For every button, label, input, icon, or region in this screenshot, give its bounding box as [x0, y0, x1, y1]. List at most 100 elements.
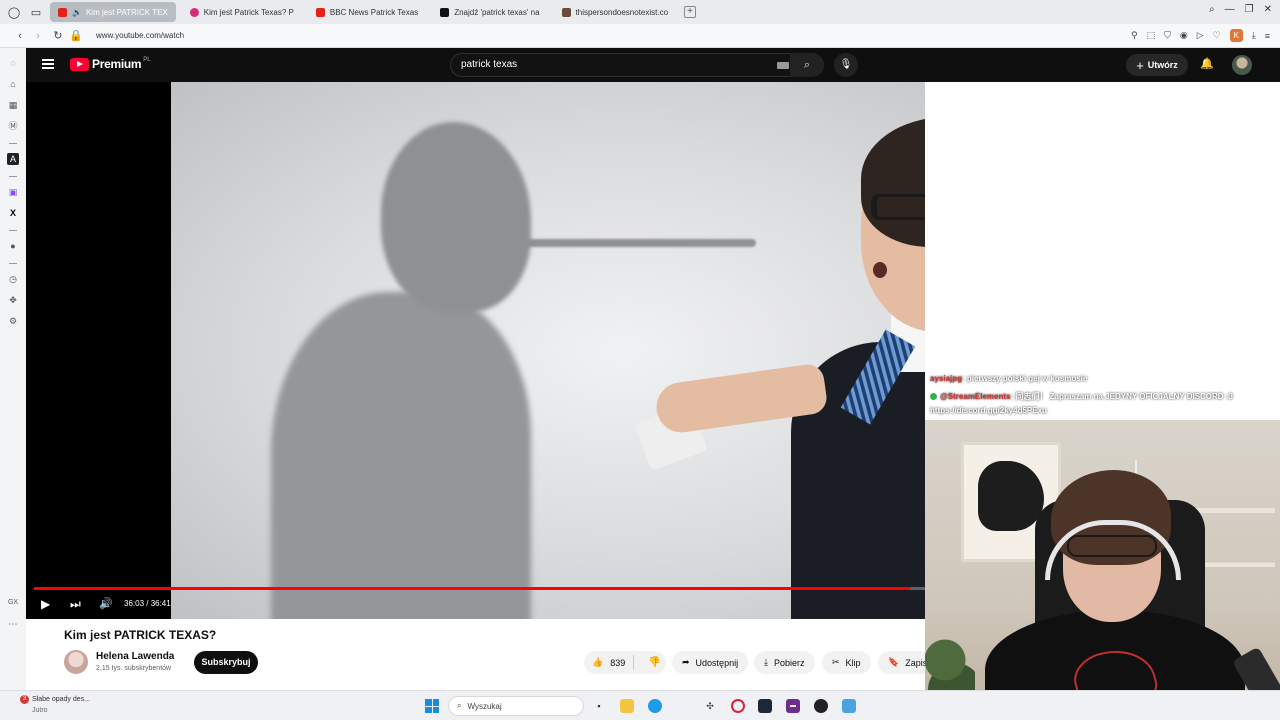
minimize-icon[interactable]: —	[1225, 4, 1235, 15]
like-dislike-group: 👍 839 👎	[584, 651, 666, 674]
chat-nick: aysiajpg	[930, 374, 963, 383]
shadow-long-nose	[516, 239, 756, 247]
video-title: Kim jest PATRICK TEXAS?	[64, 628, 217, 642]
share-button[interactable]: ➦ Udostępnij	[672, 651, 749, 674]
channel-avatar[interactable]	[64, 650, 88, 674]
browser-tab-bar: ◯ ▭ 🔊 Kim jest PATRICK TEX Kim jest Patr…	[0, 0, 1280, 24]
player-icon[interactable]: ▷	[1197, 30, 1204, 41]
notepad-icon[interactable]	[842, 699, 856, 713]
channel-name[interactable]: Helena Lawenda	[96, 651, 174, 662]
snapshot-icon[interactable]: ⬚	[1147, 30, 1156, 41]
sidebar-divider	[9, 143, 17, 144]
search-input[interactable]: patrick texas	[450, 53, 800, 77]
sidebar-divider	[9, 176, 17, 177]
play-icon[interactable]: ▶	[41, 597, 50, 611]
create-button[interactable]: + Utwórz	[1126, 54, 1188, 76]
dislike-button[interactable]: 👎	[640, 657, 660, 668]
back-icon[interactable]: ‹	[12, 30, 28, 42]
subscriber-count: 2,15 tys. subskrybentów	[96, 665, 172, 672]
chat-message: @StreamElements: 同志们！ Zapraszam na JEDYN…	[930, 391, 1233, 402]
app-icon[interactable]	[814, 699, 828, 713]
forward-icon[interactable]: ›	[30, 30, 46, 42]
app-icon[interactable]: ▬	[786, 699, 800, 713]
streamer-webcam	[925, 420, 1280, 720]
twitch-icon[interactable]: ▣	[7, 186, 19, 198]
lock-icon: 🔒	[69, 30, 83, 42]
pin-icon[interactable]: ⚲	[1131, 30, 1138, 41]
heart-icon[interactable]: ♡	[1213, 30, 1221, 41]
subscribe-button[interactable]: Subskrybuj	[194, 651, 258, 674]
edge-icon[interactable]	[648, 699, 662, 713]
music-player-icon[interactable]: ●	[7, 240, 19, 252]
download-icon[interactable]: ⤓	[1252, 30, 1256, 41]
tab-label: Kim jest Patrick Texas? P	[203, 7, 294, 17]
opera-gx-icon[interactable]	[731, 699, 745, 713]
site-favicon-icon	[561, 7, 571, 17]
download-label: Pobierz	[773, 657, 805, 668]
messenger-icon[interactable]: Ⓜ	[7, 120, 19, 132]
next-icon[interactable]: ⏭	[70, 597, 81, 611]
download-button[interactable]: ⤓ Pobierz	[754, 651, 815, 674]
like-button[interactable]: 👍 839	[584, 655, 634, 670]
task-view-icon[interactable]: ▪	[592, 699, 606, 713]
share-icon: ➦	[682, 657, 690, 667]
tab-label: thispersondoesnotexist.co	[575, 7, 669, 17]
volume-icon[interactable]: 🔊	[99, 597, 113, 611]
video-player[interactable]: ▶ ⏭ 🔊 36:03 / 36:41	[26, 82, 925, 619]
menu-icon[interactable]: ≡	[1265, 31, 1270, 41]
profile-avatar[interactable]: K	[1229, 29, 1243, 42]
aria-icon[interactable]: ◌	[7, 57, 19, 69]
new-tab-button[interactable]: +	[684, 6, 697, 18]
file-explorer-icon[interactable]	[620, 699, 634, 713]
search-query: patrick texas	[461, 59, 518, 70]
clip-label: Klip	[845, 657, 861, 668]
save-button[interactable]: 🔖 Zapis	[878, 651, 925, 674]
steam-icon[interactable]	[758, 699, 772, 713]
shield-icon[interactable]: ⛉	[1164, 30, 1171, 41]
maximize-icon[interactable]: ❐	[1245, 4, 1254, 15]
search-button[interactable]: ⌕	[790, 53, 824, 77]
audio-playing-icon[interactable]: 🔊	[72, 8, 82, 17]
plus-icon: +	[1136, 57, 1144, 73]
camera-icon[interactable]: ◉	[1180, 30, 1188, 41]
tab-youtube-video[interactable]: 🔊 Kim jest PATRICK TEX	[50, 2, 176, 22]
app-icon[interactable]: ✣	[703, 699, 717, 713]
search-tabs-icon[interactable]: ⌕	[1209, 4, 1215, 15]
taskbar-search-placeholder: Wyszukaj	[467, 701, 502, 711]
address-bar-actions: ⚲ ⬚ ⛉ ◉ ▷ ♡ K ⤓ ≡	[1131, 29, 1270, 42]
close-icon[interactable]: ✕	[1264, 4, 1272, 15]
weather-title: Słabe opady des...	[32, 696, 90, 703]
account-avatar[interactable]	[1232, 55, 1252, 75]
settings-icon[interactable]: ⚙	[7, 315, 19, 327]
opera-logo-icon[interactable]: ◯	[6, 4, 22, 20]
windows-start-icon[interactable]	[425, 699, 439, 713]
save-label: Zapis	[905, 657, 925, 668]
thumbs-up-icon: 👍	[592, 657, 604, 667]
more-icon[interactable]: ⋯	[7, 618, 19, 630]
progress-bar[interactable]	[34, 587, 925, 590]
voice-search-button[interactable]: 🎙	[834, 53, 858, 77]
notifications-bell-icon[interactable]: 🔔	[1200, 57, 1214, 70]
workspace-icon[interactable]: ▦	[7, 99, 19, 111]
app-icon[interactable]: A	[7, 153, 19, 165]
create-label: Utwórz	[1147, 60, 1178, 70]
taskbar-search-input[interactable]: ⌕ Wyszukaj	[448, 696, 584, 716]
speed-dial-icon[interactable]: ⌂	[7, 78, 19, 90]
tab-tiktok[interactable]: Znajdź 'patrick texas' na	[432, 2, 547, 22]
extensions-icon[interactable]: ✥	[7, 294, 19, 306]
tab-thispersondoesnotexist[interactable]: thispersondoesnotexist.co	[554, 2, 677, 22]
youtube-logo-icon	[70, 57, 89, 71]
x-twitter-icon[interactable]: X	[7, 207, 19, 219]
clip-button[interactable]: ✂ Klip	[822, 651, 871, 674]
history-icon[interactable]: ◷	[7, 273, 19, 285]
keyboard-icon[interactable]	[777, 62, 789, 69]
youtube-premium-logo[interactable]: Premium PL	[70, 57, 151, 71]
windows-taskbar: 3 Słabe opady des... Jutro ⌕ Wyszukaj ▪ …	[0, 690, 1280, 720]
reload-icon[interactable]: ↻	[50, 29, 66, 42]
guide-menu-icon[interactable]	[42, 59, 54, 69]
tab-bbc-news[interactable]: BBC News Patrick Texas	[308, 2, 426, 22]
tab-patrick-texas-1[interactable]: Kim jest Patrick Texas? P	[182, 2, 302, 22]
url-field[interactable]: www.youtube.com/watch	[96, 31, 184, 40]
progress-fill	[34, 587, 910, 590]
tab-overview-icon[interactable]: ▭	[28, 4, 44, 20]
